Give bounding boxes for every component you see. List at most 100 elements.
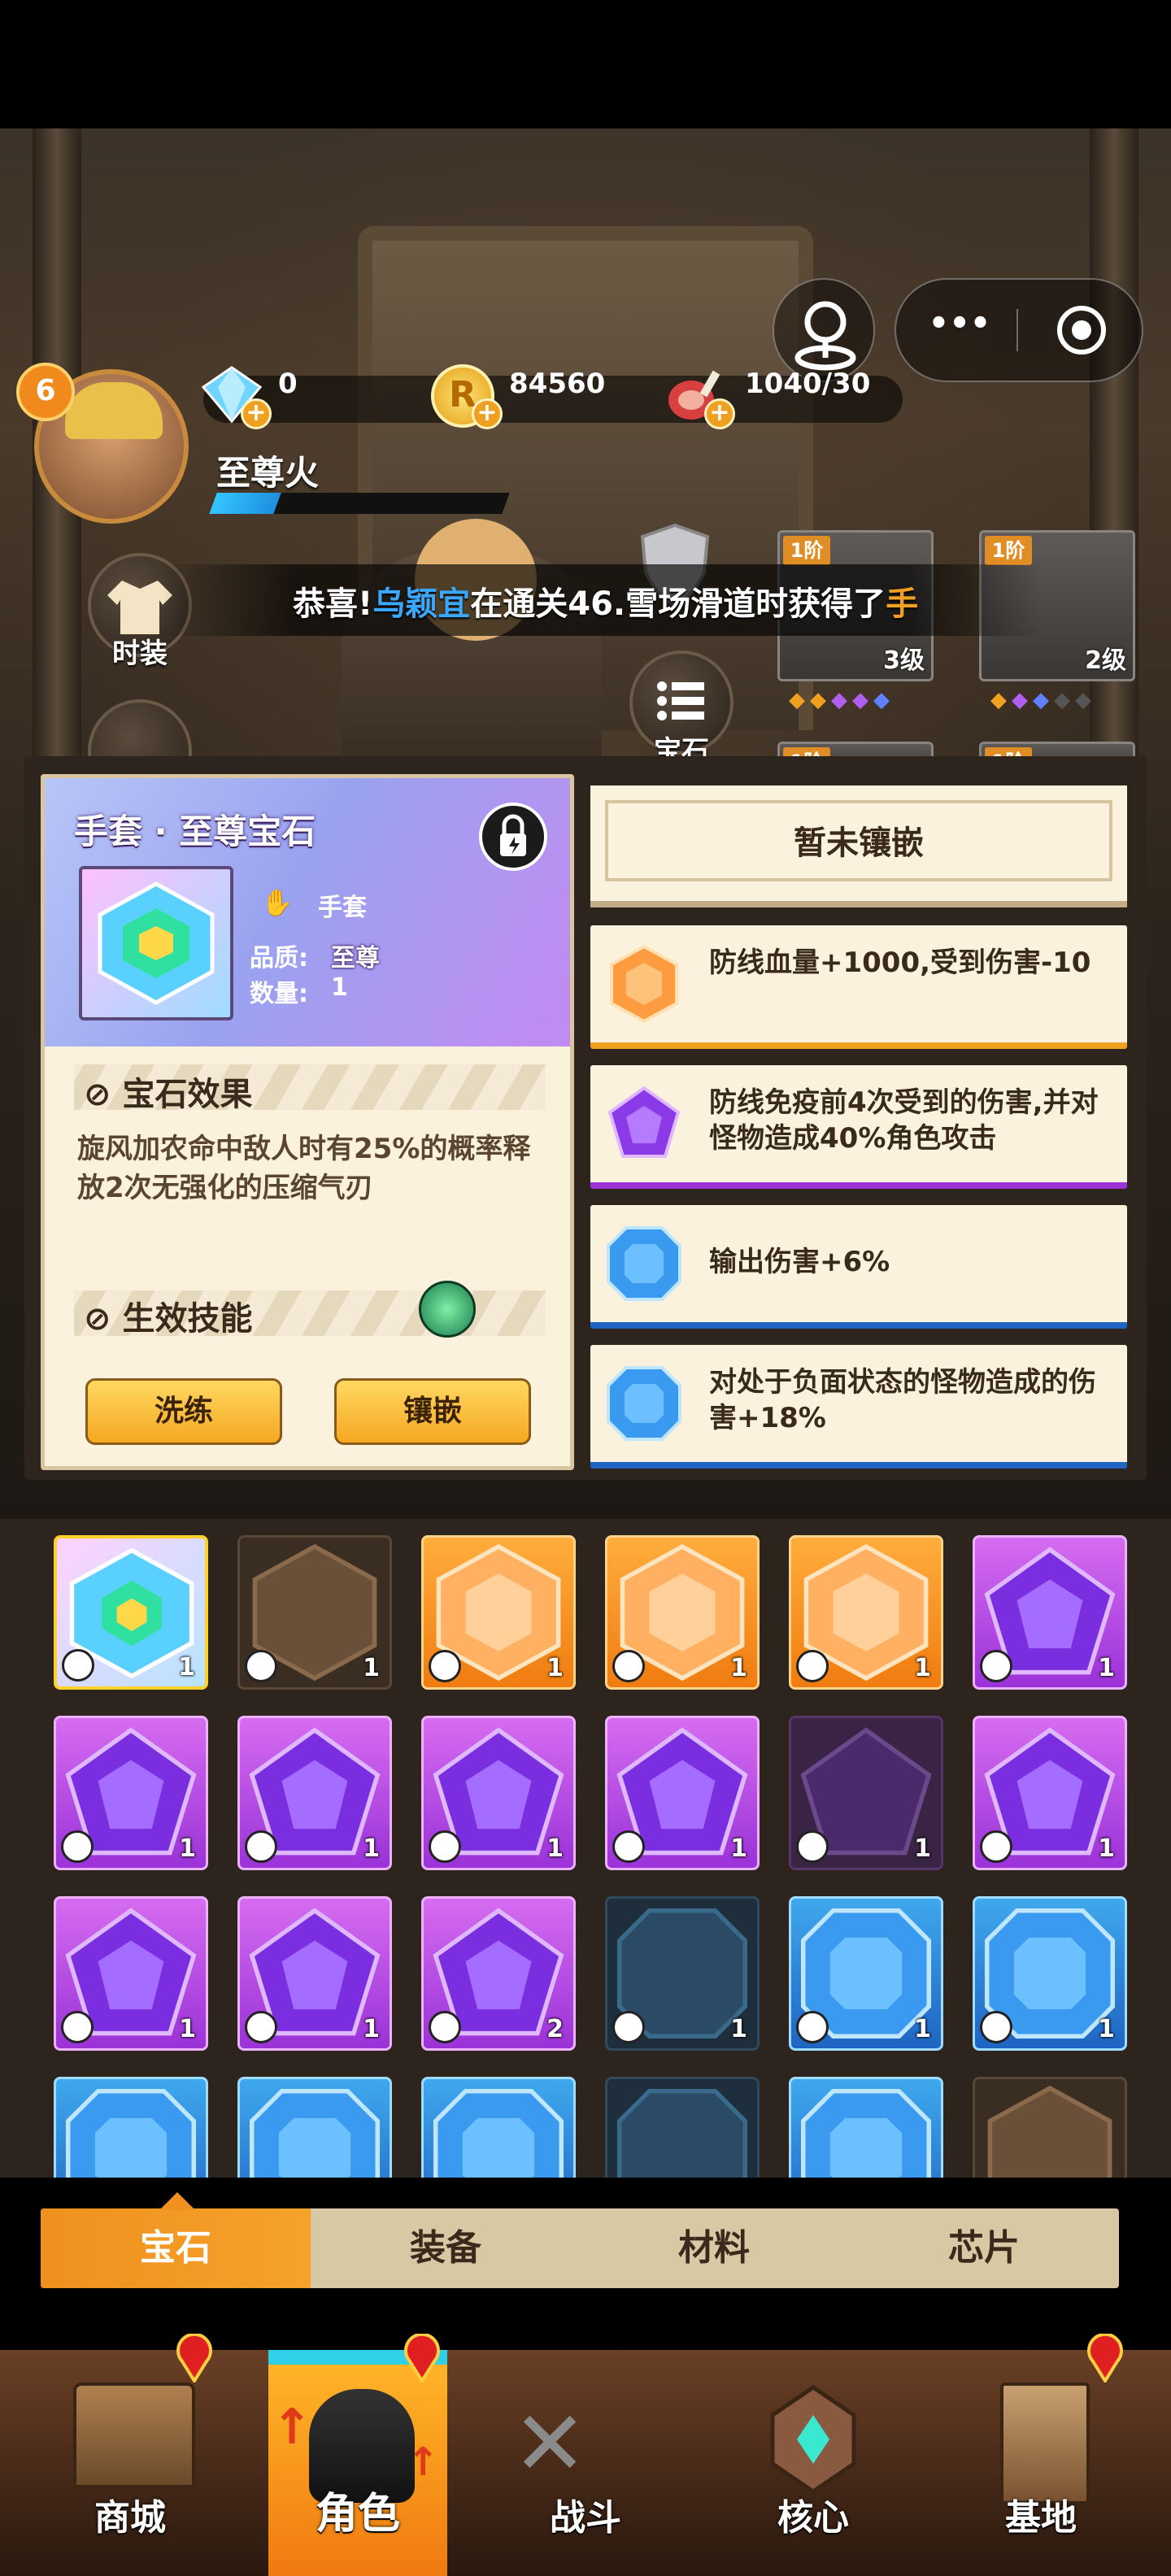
player-level-badge: 6: [16, 363, 75, 421]
gem-slot[interactable]: [421, 2077, 576, 2178]
gem-icon: [65, 2088, 197, 2178]
gem-slot[interactable]: 1: [237, 1716, 392, 1870]
purple-gem-icon: [607, 1086, 681, 1158]
gem-count: 1: [363, 2015, 380, 2043]
arrow-up-icon: ↑: [272, 2399, 313, 2456]
equipment-slot-badge-icon: [245, 2011, 277, 2043]
gem-slot[interactable]: 1: [973, 1535, 1127, 1690]
empty-slot-box: 暂未镶嵌: [590, 785, 1127, 907]
equipment-slot-badge-icon: [429, 1830, 461, 1863]
nav-core[interactable]: 核心: [699, 2350, 927, 2576]
glove-slot-icon: ✋: [261, 887, 294, 918]
add-stamina-button[interactable]: +: [704, 398, 735, 429]
nav-character[interactable]: ↑ ↑ 角色: [244, 2350, 472, 2576]
gem-slot[interactable]: 1: [605, 1535, 760, 1690]
gem-slot[interactable]: 1: [237, 1896, 392, 2051]
gold-count: 84560: [509, 368, 606, 400]
gem-count: 1: [914, 2015, 931, 2043]
equipment-slot-badge-icon: [245, 1650, 277, 1682]
gem-slot[interactable]: 2: [421, 1896, 576, 2051]
tab-equipment[interactable]: 装备: [311, 2208, 581, 2288]
whirlwind-skill-icon[interactable]: [419, 1281, 476, 1338]
more-options-icon[interactable]: •••: [919, 307, 1000, 353]
gem-slot[interactable]: 1: [54, 1716, 208, 1870]
costume-label: 时装: [112, 637, 168, 670]
effect-row-blue-2: 对处于负面状态的怪物造成的伤害+18%: [590, 1345, 1127, 1469]
shop-building-icon: [73, 2382, 195, 2488]
gem-slot[interactable]: 1: [789, 1716, 943, 1870]
effect-description: 旋风加农命中敌人时有25%的概率释放2次无强化的压缩气刃: [77, 1133, 531, 1204]
gem-slot[interactable]: 1: [789, 1535, 943, 1690]
gem-slot[interactable]: 1: [789, 1896, 943, 2051]
equipment-slot-badge-icon: [796, 1650, 829, 1682]
crossed-guns-icon: ✕: [512, 2391, 588, 2496]
nav-base[interactable]: 基地: [927, 2350, 1155, 2576]
gem-count: 1: [1098, 1834, 1115, 1863]
gem-slot[interactable]: [237, 2077, 392, 2178]
exp-bar-fill: [209, 493, 281, 514]
reroll-button[interactable]: 洗练: [85, 1378, 282, 1445]
equipment-slot-badge-icon: [980, 1830, 1012, 1863]
gem-slot[interactable]: 1: [605, 1896, 760, 2051]
equipment-slot-badge-icon: [61, 1830, 94, 1863]
gem-info-card: 手套 · 至尊宝石 ✋ 手套 品质: 至尊 数量: 1 ⊘ 宝石效果 旋风加农命…: [41, 774, 574, 1470]
lock-icon: [500, 814, 526, 856]
gem-count: 1: [730, 2015, 747, 2043]
gem-slot[interactable]: 1: [605, 1716, 760, 1870]
gem-preview: [79, 866, 233, 1020]
equipment-slot-badge-icon: [612, 1830, 645, 1863]
core-crystal-icon: [770, 2384, 856, 2495]
gem-slot[interactable]: 1: [54, 1896, 208, 2051]
inlay-button[interactable]: 镶嵌: [334, 1378, 531, 1445]
count-value: 1: [331, 973, 348, 1002]
tab-materials[interactable]: 材料: [579, 2208, 849, 2288]
gem-slot[interactable]: 1: [973, 1896, 1127, 2051]
effect-row-blue-1: 输出伤害+6%: [590, 1205, 1127, 1329]
gem-slot[interactable]: 1: [237, 1535, 392, 1690]
tab-gems[interactable]: 宝石: [41, 2208, 311, 2288]
gem-slot[interactable]: [973, 2077, 1127, 2178]
tab-chips[interactable]: 芯片: [849, 2208, 1119, 2288]
effect-row-orange: 防线血量+1000,受到伤害-10: [590, 925, 1127, 1049]
gem-icon: [987, 2085, 1112, 2178]
gem-count: 1: [363, 1834, 380, 1863]
lock-button[interactable]: [479, 803, 547, 871]
announcement-text: 恭喜!乌颖宜在通关46.雪场滑道时获得了手: [293, 585, 919, 623]
gem-slot-type: 手套: [318, 894, 367, 922]
gem-slot[interactable]: 1: [54, 1535, 208, 1690]
gem-slot[interactable]: [605, 2077, 760, 2178]
gem-count: 1: [914, 1834, 931, 1863]
close-target-icon[interactable]: [1057, 306, 1106, 355]
add-diamond-button[interactable]: +: [241, 398, 272, 429]
exp-bar: [209, 493, 510, 514]
gem-slot[interactable]: 1: [421, 1535, 576, 1690]
equipment-slot-badge-icon: [612, 2011, 645, 2043]
gem-inventory-grid: 1 1 1 1 1 1 1 1 1 1 1 1 1 1 2 1 1 1: [0, 1519, 1171, 2178]
gem-slot[interactable]: 1: [973, 1716, 1127, 1870]
nav-battle[interactable]: ✕ 战斗: [472, 2350, 699, 2576]
equipment-slot-badge-icon: [796, 1830, 829, 1863]
gem-slot[interactable]: [54, 2077, 208, 2178]
gem-count: 1: [1098, 2015, 1115, 2043]
equipment-slot-badge-icon: [612, 1650, 645, 1682]
notification-dot: [404, 2334, 440, 2382]
location-button[interactable]: [773, 278, 875, 382]
gem-count: 1: [730, 1834, 747, 1863]
gem-count: 1: [179, 1834, 196, 1863]
blue-gem-icon: [607, 1366, 681, 1441]
gem-count: 1: [178, 1653, 195, 1682]
tab-pointer: [159, 2192, 195, 2210]
equipment-slot-badge-icon: [429, 2011, 461, 2043]
gem-slot[interactable]: 1: [421, 1716, 576, 1870]
nav-shop[interactable]: 商城: [16, 2350, 244, 2576]
gem-slot[interactable]: [789, 2077, 943, 2178]
gem-icon: [433, 2088, 564, 2178]
arrow-up-icon: ↑: [407, 2439, 440, 2485]
equipment-slot-badge-icon: [62, 1649, 94, 1682]
equipment-slot-badge-icon: [796, 2011, 829, 2043]
gem-count: 1: [363, 1654, 380, 1682]
gem-count: 1: [179, 2015, 196, 2043]
gem-count: 1: [1098, 1654, 1115, 1682]
add-gold-button[interactable]: +: [472, 398, 503, 429]
orange-gem-icon: [610, 944, 678, 1024]
